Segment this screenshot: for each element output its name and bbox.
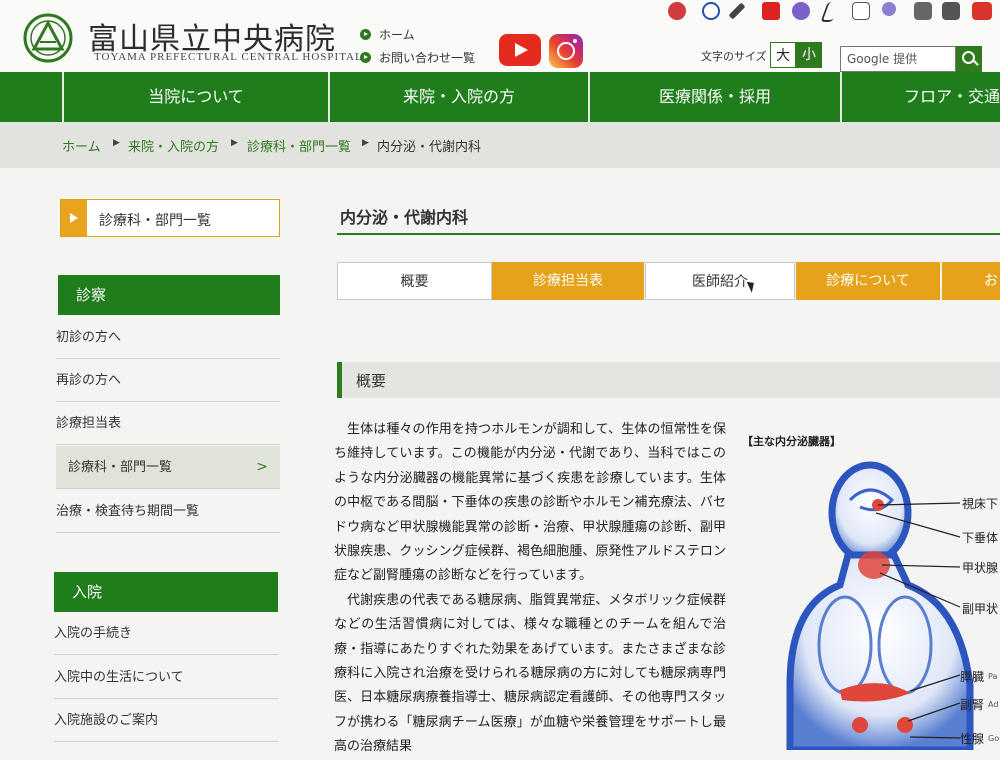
nav-floor-access[interactable]: フロア・交通案 [840,72,1000,122]
tab-more[interactable]: お [942,262,1000,300]
extension-red-icon[interactable] [668,2,686,20]
sidebar-item-doctor-schedule[interactable]: 診療担当表 [56,402,280,445]
site-search-input[interactable]: Google 提供 [840,46,956,72]
nav-medical-recruitment[interactable]: 医療関係・採用 [588,72,840,122]
page-title: 内分泌・代謝内科 [340,208,469,227]
sidebar-item-label: 診療科・部門一覧 [68,460,173,475]
sidebar-item-departments[interactable]: 診療科・部門一覧 > [56,446,280,489]
label-adrenal: 副腎 [960,698,985,712]
sidebar-heading-admission: 入院 [54,572,278,612]
label-thyroid: 甲状腺 [962,561,999,575]
play-arrow-icon [61,200,87,236]
nav-visitors-patients[interactable]: 来院・入院の方 [328,72,588,122]
extension-info-icon[interactable] [702,2,720,20]
home-link[interactable]: ホーム [360,26,415,43]
arrow-circle-icon [360,29,371,40]
sidebar-item-inpatient-life[interactable]: 入院中の生活について [54,656,278,699]
instagram-icon[interactable] [549,34,583,68]
label-parathyroid: 副甲状 [962,602,999,616]
font-size-label: 文字のサイズ [701,50,767,63]
label-gonad: 性腺 [960,732,985,746]
breadcrumb-home-link[interactable]: ホーム [62,136,101,155]
sidebar-item-return-visit[interactable]: 再診の方へ [56,359,280,402]
nav-about-hospital[interactable]: 当院について [62,72,328,122]
overview-body-text: 生体は種々の作用を持つホルモンが調和して、生体の恒常性を保ち維持しています。この… [334,418,726,760]
extension-camera-icon[interactable] [914,2,932,20]
extension-lambda-icon[interactable] [820,2,840,22]
label-adrenal-en: Ad [988,700,999,709]
tab-doctor-schedule[interactable]: 診療担当表 [492,262,644,300]
sidebar-departments-title[interactable]: 診療科・部門一覧 [60,199,280,237]
breadcrumb-current: 内分泌・代謝内科 [377,140,482,155]
extension-s-icon[interactable] [762,2,780,20]
extension-purple-icon[interactable] [792,2,810,20]
breadcrumb-separator-icon: ▶ [113,138,120,148]
font-size-small-button[interactable]: 小 [796,42,822,68]
extension-link-icon[interactable] [882,2,896,16]
breadcrumb-visitors-link[interactable]: 来院・入院の方 [128,136,219,155]
overview-paragraph-2: 代謝疾患の代表である糖尿病、脂質異常症、メタボリック症候群などの生活習慣病に対し… [334,592,726,755]
figure-caption: 【主な内分泌臓器】 [742,435,841,448]
extension-pen-icon[interactable] [728,2,746,20]
tab-about-treatment[interactable]: 診療について [796,262,940,300]
google-search-placeholder: Google 提供 [847,52,918,66]
overview-paragraph-1: 生体は種々の作用を持つホルモンが調和して、生体の恒常性を保ち維持しています。この… [334,422,726,584]
contact-list-link[interactable]: お問い合わせ一覧 [360,49,475,66]
search-icon[interactable] [956,46,982,72]
breadcrumb-separator-icon: ▶ [231,138,238,148]
tab-doctor-profiles[interactable]: 医師紹介 [645,262,795,300]
chevron-right-icon: > [256,459,268,475]
sidebar-item-facility-guide[interactable]: 入院施設のご案内 [54,699,278,742]
label-pancreas: 膵臓 [960,670,985,684]
font-size-large-button[interactable]: 大 [770,42,796,68]
youtube-icon[interactable] [499,34,541,66]
tab-overview[interactable]: 概要 [337,262,492,300]
extension-notion-icon[interactable] [852,2,870,20]
breadcrumb-departments-link[interactable]: 診療科・部門一覧 [247,136,351,155]
label-pituitary: 下垂体 [962,531,999,545]
section-heading-overview: 概要 [337,362,1000,398]
sidebar-item-wait-times[interactable]: 治療・検査待ち期間一覧 [56,490,280,533]
extension-square-icon[interactable] [942,2,960,20]
sidebar-item-admission-procedure[interactable]: 入院の手続き [54,612,278,655]
browser-extension-bar [668,0,1000,24]
arrow-circle-icon [360,52,371,63]
logo-english-name[interactable]: TOYAMA PREFECTURAL CENTRAL HOSPITAL [94,51,363,63]
label-hypothalamus: 視床下 [962,497,999,511]
sidebar-item-first-visit[interactable]: 初診の方へ [56,316,280,359]
title-divider [337,233,1000,235]
extension-new-badge-icon[interactable] [972,2,992,20]
breadcrumb-separator-icon: ▶ [362,138,369,148]
label-pancreas-en: Pa [988,672,998,681]
label-gonad-en: Go [988,734,1000,743]
sidebar-heading-consultation: 診察 [58,275,280,315]
hospital-logo-icon[interactable] [22,12,74,64]
